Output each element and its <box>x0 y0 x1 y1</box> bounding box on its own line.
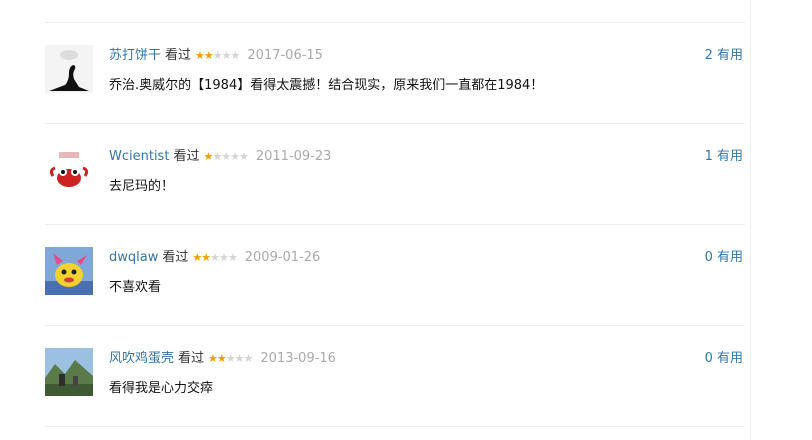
comment-date: 2013-09-16 <box>260 351 336 366</box>
star-filled-icon: ★ <box>195 49 205 62</box>
comment-content: 去尼玛的！ <box>109 179 175 194</box>
vote-count: 1 <box>704 149 713 164</box>
star-filled-icon: ★ <box>192 251 202 264</box>
useful-vote-button[interactable]: 2 有用 <box>705 47 743 65</box>
sidebar-divider <box>750 0 751 440</box>
vote-label: 有用 <box>716 351 743 366</box>
comment-item: 苏打饼干 看过 ★★★★★ 2017-06-15 2 有用 乔治.奥威尔的【1984】… <box>45 23 745 123</box>
comment-action: 看过 <box>173 149 200 164</box>
useful-vote-button[interactable]: 0 有用 <box>705 350 743 368</box>
comment-action: 看过 <box>162 250 189 265</box>
vote-label: 有用 <box>716 149 743 164</box>
comment-meta: 苏打饼干 看过 ★★★★★ 2017-06-15 <box>109 47 323 65</box>
black-swan-avatar-icon <box>45 45 93 93</box>
star-filled-icon: ★ <box>208 352 218 365</box>
comment-username[interactable]: 风吹鸡蛋壳 <box>109 351 174 366</box>
star-empty-icon: ★ <box>234 352 245 365</box>
rating-stars: ★★★★★ <box>203 150 249 163</box>
rating-stars: ★★★★★ <box>192 251 238 264</box>
rating-stars: ★★★★★ <box>195 49 241 62</box>
vote-count: 2 <box>704 48 713 63</box>
vote-count: 0 <box>704 351 713 366</box>
comment-date: 2009-01-26 <box>244 250 321 265</box>
star-empty-icon: ★ <box>225 352 236 365</box>
user-avatar[interactable] <box>45 348 93 396</box>
useful-vote-button[interactable]: 0 有用 <box>705 249 743 267</box>
vote-label: 有用 <box>716 48 743 63</box>
user-avatar[interactable] <box>45 146 93 194</box>
comment-username[interactable]: Wcientist <box>109 149 169 164</box>
cartoon-character-avatar-icon <box>45 247 93 295</box>
star-filled-icon: ★ <box>201 251 211 264</box>
user-avatar[interactable] <box>45 247 93 295</box>
star-empty-icon: ★ <box>243 352 254 365</box>
star-empty-icon: ★ <box>230 150 240 163</box>
comment-username[interactable]: dwqlaw <box>109 250 158 265</box>
star-empty-icon: ★ <box>219 251 229 264</box>
vote-count: 0 <box>704 250 713 265</box>
user-avatar[interactable] <box>45 45 93 93</box>
star-filled-icon: ★ <box>216 352 227 365</box>
star-empty-icon: ★ <box>238 150 249 163</box>
star-empty-icon: ★ <box>210 251 220 264</box>
comment-action: 看过 <box>165 48 192 63</box>
comment-content: 不喜欢看 <box>109 280 162 295</box>
rating-stars: ★★★★★ <box>208 352 254 365</box>
star-empty-icon: ★ <box>212 49 223 62</box>
comment-meta: 风吹鸡蛋壳 看过 ★★★★★ 2013-09-16 <box>109 350 336 368</box>
comment-meta: Wcientist 看过 ★★★★★ 2011-09-23 <box>109 148 331 166</box>
comment-list: 苏打饼干 看过 ★★★★★ 2017-06-15 2 有用 乔治.奥威尔的【1984】… <box>45 0 745 427</box>
landscape-photo-avatar-icon <box>45 348 93 396</box>
star-filled-icon: ★ <box>203 150 213 163</box>
vote-label: 有用 <box>716 250 743 265</box>
useful-vote-button[interactable]: 1 有用 <box>705 148 743 166</box>
star-empty-icon: ★ <box>212 150 222 163</box>
star-empty-icon: ★ <box>221 49 232 62</box>
comment-item: dwqlaw 看过 ★★★★★ 2009-01-26 0 有用 不喜欢看 <box>45 225 745 325</box>
star-empty-icon: ★ <box>227 251 238 264</box>
comment-date: 2017-06-15 <box>247 48 323 63</box>
comment-content: 看得我是心力交瘁 <box>109 381 214 396</box>
comment-action: 看过 <box>178 351 205 366</box>
comment-item: Wcientist 看过 ★★★★★ 2011-09-23 1 有用 去尼玛的！ <box>45 124 745 224</box>
comment-content: 乔治.奥威尔的【1984】看得太震撼！结合现实，原来我们一直都在1984！ <box>109 78 544 93</box>
star-empty-icon: ★ <box>221 150 231 163</box>
comment-item: 风吹鸡蛋壳 看过 ★★★★★ 2013-09-16 0 有用 看得我是心力交瘁 <box>45 326 745 426</box>
comment-username[interactable]: 苏打饼干 <box>109 48 161 63</box>
divider <box>45 426 745 427</box>
red-crab-avatar-icon <box>45 146 93 194</box>
comment-date: 2011-09-23 <box>255 149 332 164</box>
star-filled-icon: ★ <box>203 49 214 62</box>
comment-meta: dwqlaw 看过 ★★★★★ 2009-01-26 <box>109 249 320 267</box>
star-empty-icon: ★ <box>230 49 241 62</box>
